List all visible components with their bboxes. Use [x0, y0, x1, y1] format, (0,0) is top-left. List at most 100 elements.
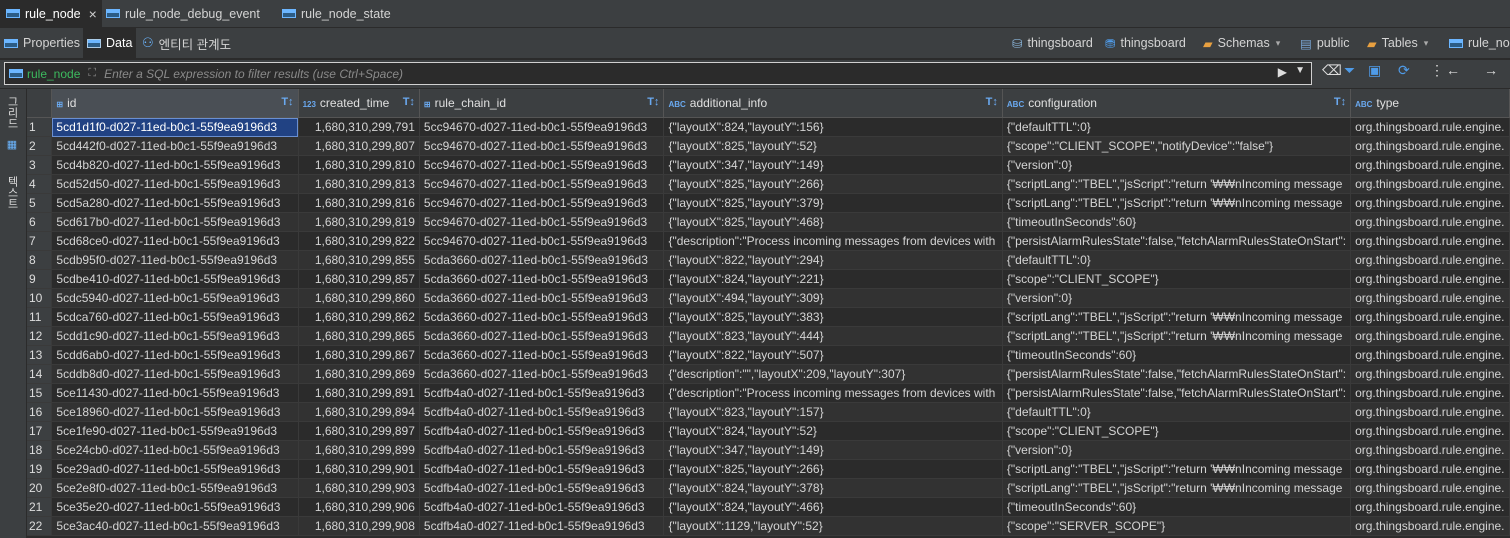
column-header-additional-info[interactable]: ABC additional_info T↕ [663, 89, 1003, 118]
table-row[interactable]: 3 5cd4b820-d027-11ed-b0c1-55f9ea9196d3 1,6… [27, 155, 1510, 175]
cell-rule-chain-id[interactable]: 5cc94670-d027-11ed-b0c1-55f9ea9196d3 [419, 231, 665, 251]
cell-id[interactable]: 5ce11430-d027-11ed-b0c1-55f9ea9196d3 [51, 383, 299, 403]
filter-input[interactable]: rule_node ⛶ Enter a SQL expression to fi… [4, 62, 1312, 85]
cell-created-time[interactable]: 1,680,310,299,897 [298, 421, 420, 441]
table-selector[interactable]: rule_no [1449, 28, 1510, 58]
cell-type[interactable]: org.thingsboard.rule.engine. [1350, 459, 1510, 479]
schemas-selector[interactable]: ▰ Schemas ▾ [1203, 28, 1285, 58]
table-row[interactable]: 14 5cddb8d0-d027-11ed-b0c1-55f9ea9196d3 1,… [27, 364, 1510, 384]
close-icon[interactable]: × [89, 6, 97, 22]
table-row[interactable]: 7 5cd68ce0-d027-11ed-b0c1-55f9ea9196d3 1,6… [27, 231, 1510, 251]
filter-icon[interactable]: ⏷ [1344, 62, 1355, 79]
table-row[interactable]: 18 5ce24cb0-d027-11ed-b0c1-55f9ea9196d3 1,… [27, 440, 1510, 460]
cell-configuration[interactable]: {"scope":"CLIENT_SCOPE"} [1002, 421, 1352, 441]
cell-rule-chain-id[interactable]: 5cc94670-d027-11ed-b0c1-55f9ea9196d3 [419, 155, 665, 175]
cell-type[interactable]: org.thingsboard.rule.engine. [1350, 440, 1510, 460]
cell-additional-info[interactable]: {"layoutX":824,"layoutY":156} [663, 117, 1003, 137]
cell-additional-info[interactable]: {"layoutX":347,"layoutY":149} [663, 440, 1003, 460]
cell-rule-chain-id[interactable]: 5cdfb4a0-d027-11ed-b0c1-55f9ea9196d3 [419, 497, 665, 517]
cell-additional-info[interactable]: {"layoutX":825,"layoutY":52} [663, 136, 1003, 156]
cell-configuration[interactable]: {"persistAlarmRulesState":false,"fetchAl… [1002, 231, 1352, 251]
cell-additional-info[interactable]: {"description":"","layoutX":209,"layoutY… [663, 364, 1003, 384]
cell-created-time[interactable]: 1,680,310,299,908 [298, 516, 420, 536]
cell-id[interactable]: 5cdc5940-d027-11ed-b0c1-55f9ea9196d3 [51, 288, 299, 308]
cell-rule-chain-id[interactable]: 5cda3660-d027-11ed-b0c1-55f9ea9196d3 [419, 364, 665, 384]
cell-id[interactable]: 5ce1fe90-d027-11ed-b0c1-55f9ea9196d3 [51, 421, 299, 441]
table-row[interactable]: 2 5cd442f0-d027-11ed-b0c1-55f9ea9196d3 1,6… [27, 136, 1510, 156]
cell-created-time[interactable]: 1,680,310,299,855 [298, 250, 420, 270]
cell-rule-chain-id[interactable]: 5cdfb4a0-d027-11ed-b0c1-55f9ea9196d3 [419, 440, 665, 460]
cell-type[interactable]: org.thingsboard.rule.engine. [1350, 155, 1510, 175]
filter-settings-icon[interactable]: ▣ [1368, 62, 1381, 79]
cell-rule-chain-id[interactable]: 5cdfb4a0-d027-11ed-b0c1-55f9ea9196d3 [419, 516, 665, 536]
table-row[interactable]: 1 5cd1d1f0-d027-11ed-b0c1-55f9ea9196d3 1,6… [27, 117, 1510, 137]
cell-id[interactable]: 5cdd6ab0-d027-11ed-b0c1-55f9ea9196d3 [51, 345, 299, 365]
cell-type[interactable]: org.thingsboard.rule.engine. [1350, 478, 1510, 498]
forward-icon[interactable]: → [1484, 62, 1498, 78]
cell-id[interactable]: 5cd5a280-d027-11ed-b0c1-55f9ea9196d3 [51, 193, 299, 213]
tab-data[interactable]: Data [83, 28, 137, 58]
cell-configuration[interactable]: {"persistAlarmRulesState":false,"fetchAl… [1002, 364, 1352, 384]
table-row[interactable]: 12 5cdd1c90-d027-11ed-b0c1-55f9ea9196d3 1,… [27, 326, 1510, 346]
cell-created-time[interactable]: 1,680,310,299,865 [298, 326, 420, 346]
tab-properties[interactable]: Properties [4, 28, 80, 58]
cell-rule-chain-id[interactable]: 5cc94670-d027-11ed-b0c1-55f9ea9196d3 [419, 136, 665, 156]
cell-created-time[interactable]: 1,680,310,299,857 [298, 269, 420, 289]
table-row[interactable]: 22 5ce3ac40-d027-11ed-b0c1-55f9ea9196d3 1,… [27, 516, 1510, 536]
cell-configuration[interactable]: {"timeoutInSeconds":60} [1002, 497, 1352, 517]
schema-selector[interactable]: ▤ public [1300, 28, 1349, 58]
expand-icon[interactable]: ⛶ [88, 67, 96, 80]
tables-selector[interactable]: ▰ Tables ▾ [1367, 28, 1433, 58]
cell-type[interactable]: org.thingsboard.rule.engine. [1350, 307, 1510, 327]
cell-created-time[interactable]: 1,680,310,299,891 [298, 383, 420, 403]
sort-icon[interactable]: T↕ [1334, 96, 1346, 108]
table-row[interactable]: 9 5cdbe410-d027-11ed-b0c1-55f9ea9196d3 1,6… [27, 269, 1510, 289]
cell-additional-info[interactable]: {"layoutX":825,"layoutY":266} [663, 174, 1003, 194]
cell-additional-info[interactable]: {"layoutX":824,"layoutY":52} [663, 421, 1003, 441]
table-row[interactable]: 21 5ce35e20-d027-11ed-b0c1-55f9ea9196d3 1,… [27, 497, 1510, 517]
cell-type[interactable]: org.thingsboard.rule.engine. [1350, 326, 1510, 346]
sort-icon[interactable]: T↕ [647, 96, 659, 108]
cell-type[interactable]: org.thingsboard.rule.engine. [1350, 421, 1510, 441]
more-icon[interactable]: ⋮ [1430, 62, 1444, 79]
cell-id[interactable]: 5ce2e8f0-d027-11ed-b0c1-55f9ea9196d3 [51, 478, 299, 498]
cell-rule-chain-id[interactable]: 5cdfb4a0-d027-11ed-b0c1-55f9ea9196d3 [419, 478, 665, 498]
cell-type[interactable]: org.thingsboard.rule.engine. [1350, 231, 1510, 251]
cell-additional-info[interactable]: {"layoutX":347,"layoutY":149} [663, 155, 1003, 175]
cell-created-time[interactable]: 1,680,310,299,862 [298, 307, 420, 327]
cell-type[interactable]: org.thingsboard.rule.engine. [1350, 516, 1510, 536]
cell-additional-info[interactable]: {"layoutX":824,"layoutY":466} [663, 497, 1003, 517]
table-row[interactable]: 5 5cd5a280-d027-11ed-b0c1-55f9ea9196d3 1,6… [27, 193, 1510, 213]
sort-icon[interactable]: T↕ [986, 96, 998, 108]
cell-configuration[interactable]: {"scope":"SERVER_SCOPE"} [1002, 516, 1352, 536]
cell-configuration[interactable]: {"version":0} [1002, 155, 1352, 175]
cell-configuration[interactable]: {"defaultTTL":0} [1002, 250, 1352, 270]
cell-configuration[interactable]: {"defaultTTL":0} [1002, 117, 1352, 137]
cell-configuration[interactable]: {"scriptLang":"TBEL","jsScript":"return … [1002, 478, 1352, 498]
cell-created-time[interactable]: 1,680,310,299,867 [298, 345, 420, 365]
column-header-created-time[interactable]: 123 created_time T↕ [298, 89, 420, 118]
cell-created-time[interactable]: 1,680,310,299,819 [298, 212, 420, 232]
cell-additional-info[interactable]: {"layoutX":825,"layoutY":266} [663, 459, 1003, 479]
cell-additional-info[interactable]: {"layoutX":825,"layoutY":383} [663, 307, 1003, 327]
cell-configuration[interactable]: {"defaultTTL":0} [1002, 402, 1352, 422]
tab-rule-node-state[interactable]: rule_node_state [282, 0, 391, 27]
cell-id[interactable]: 5cd68ce0-d027-11ed-b0c1-55f9ea9196d3 [51, 231, 299, 251]
cell-id[interactable]: 5ce35e20-d027-11ed-b0c1-55f9ea9196d3 [51, 497, 299, 517]
table-row[interactable]: 20 5ce2e8f0-d027-11ed-b0c1-55f9ea9196d3 1,… [27, 478, 1510, 498]
cell-additional-info[interactable]: {"layoutX":823,"layoutY":444} [663, 326, 1003, 346]
cell-rule-chain-id[interactable]: 5cdfb4a0-d027-11ed-b0c1-55f9ea9196d3 [419, 383, 665, 403]
cell-rule-chain-id[interactable]: 5cda3660-d027-11ed-b0c1-55f9ea9196d3 [419, 288, 665, 308]
cell-id[interactable]: 5ce29ad0-d027-11ed-b0c1-55f9ea9196d3 [51, 459, 299, 479]
cell-rule-chain-id[interactable]: 5cdfb4a0-d027-11ed-b0c1-55f9ea9196d3 [419, 402, 665, 422]
cell-id[interactable]: 5ce24cb0-d027-11ed-b0c1-55f9ea9196d3 [51, 440, 299, 460]
cell-additional-info[interactable]: {"description":"Process incoming message… [663, 231, 1003, 251]
cell-type[interactable]: org.thingsboard.rule.engine. [1350, 250, 1510, 270]
cell-additional-info[interactable]: {"layoutX":822,"layoutY":507} [663, 345, 1003, 365]
cell-id[interactable]: 5cd4b820-d027-11ed-b0c1-55f9ea9196d3 [51, 155, 299, 175]
cell-type[interactable]: org.thingsboard.rule.engine. [1350, 345, 1510, 365]
cell-configuration[interactable]: {"scriptLang":"TBEL","jsScript":"return … [1002, 193, 1352, 213]
cell-rule-chain-id[interactable]: 5cc94670-d027-11ed-b0c1-55f9ea9196d3 [419, 212, 665, 232]
cell-rule-chain-id[interactable]: 5cc94670-d027-11ed-b0c1-55f9ea9196d3 [419, 117, 665, 137]
cell-id[interactable]: 5cddb8d0-d027-11ed-b0c1-55f9ea9196d3 [51, 364, 299, 384]
